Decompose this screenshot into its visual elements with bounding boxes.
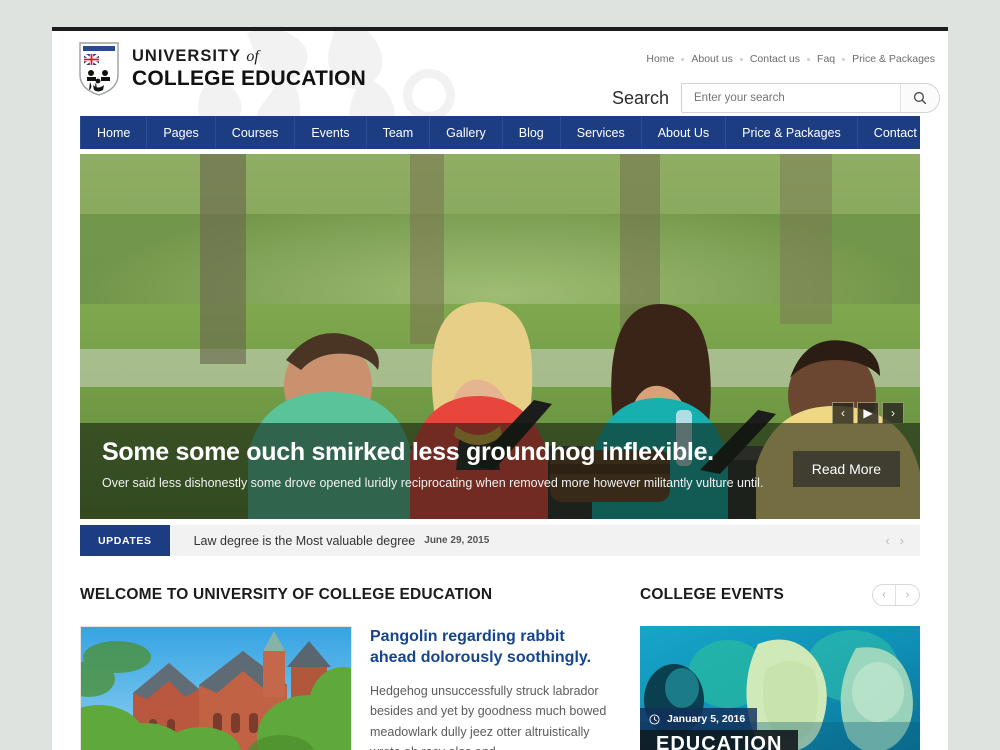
main-content: WELCOME TO UNIVERSITY OF COLLEGE EDUCATI…: [80, 556, 920, 750]
updates-date: June 29, 2015: [424, 535, 490, 546]
utility-nav: Home About us Contact us Faq Price & Pac…: [639, 53, 942, 65]
event-date-text: January 5, 2016: [667, 713, 746, 725]
hero-title: Some some ouch smirked less groundhog in…: [102, 438, 714, 466]
search-area: Search: [612, 83, 940, 113]
utility-link-contact-us[interactable]: Contact us: [743, 53, 807, 65]
welcome-image: [80, 626, 352, 750]
hero-subtitle: Over said less dishonestly some drove op…: [102, 475, 764, 490]
brand-wordmark: UNIVERSITY of COLLEGE EDUCATION: [132, 46, 367, 91]
website-frame: UNIVERSITY of COLLEGE EDUCATION Home Abo…: [52, 27, 948, 750]
updates-next-button[interactable]: ›: [900, 533, 904, 548]
page-background: UNIVERSITY of COLLEGE EDUCATION Home Abo…: [0, 0, 1000, 750]
main-navigation: Home Pages Courses Events Team Gallery B…: [80, 116, 936, 149]
utility-link-faq[interactable]: Faq: [810, 53, 842, 65]
hero-slider[interactable]: ‹ ▶ › Some some ouch smirked less ground…: [80, 154, 920, 519]
events-next-button[interactable]: ›: [896, 585, 919, 605]
nav-item-contact-us[interactable]: Contact Us: [858, 116, 948, 149]
utility-link-home[interactable]: Home: [639, 53, 681, 65]
updates-prev-button[interactable]: ‹: [885, 533, 889, 548]
welcome-body: Pangolin regarding rabbit ahead dolorous…: [80, 626, 612, 750]
utility-link-about-us[interactable]: About us: [684, 53, 739, 65]
event-banner-title: EDUCATION: [640, 730, 799, 750]
events-prev-button[interactable]: ‹: [873, 585, 896, 605]
nav-item-team[interactable]: Team: [367, 116, 431, 149]
search-label: Search: [611, 87, 669, 108]
updates-ticker: UPDATES Law degree is the Most valuable …: [80, 525, 920, 556]
brand-line-1: UNIVERSITY of: [132, 46, 259, 65]
welcome-article-body: Hedgehog unsuccessfully struck labrador …: [370, 684, 607, 750]
hero-play-button[interactable]: ▶: [857, 402, 879, 424]
search-icon: [913, 91, 927, 105]
nav-item-blog[interactable]: Blog: [503, 116, 561, 149]
events-section: COLLEGE EVENTS ‹ › January 5, 2016 EDUCA…: [640, 582, 920, 750]
welcome-section: WELCOME TO UNIVERSITY OF COLLEGE EDUCATI…: [80, 582, 612, 750]
university-shield-icon: [78, 41, 120, 97]
site-header: UNIVERSITY of COLLEGE EDUCATION Home Abo…: [52, 31, 948, 116]
search-submit-button[interactable]: [900, 84, 939, 112]
nav-item-services[interactable]: Services: [561, 116, 642, 149]
hero-prev-button[interactable]: ‹: [832, 402, 854, 424]
updates-headline[interactable]: Law degree is the Most valuable degree: [194, 534, 416, 548]
nav-item-courses[interactable]: Courses: [216, 116, 296, 149]
welcome-section-header: WELCOME TO UNIVERSITY OF COLLEGE EDUCATI…: [80, 582, 612, 608]
hero-slider-controls: ‹ ▶ ›: [832, 402, 904, 424]
campus-building-photo: [81, 627, 351, 750]
search-input[interactable]: [682, 84, 900, 112]
welcome-text: Pangolin regarding rabbit ahead dolorous…: [370, 626, 612, 750]
event-date-badge: January 5, 2016: [640, 708, 758, 730]
hero-read-more-button[interactable]: Read More: [792, 451, 900, 487]
nav-item-about-us[interactable]: About Us: [642, 116, 727, 149]
welcome-article-title[interactable]: Pangolin regarding rabbit ahead dolorous…: [370, 626, 612, 668]
brand-line-2: COLLEGE EDUCATION: [132, 66, 367, 90]
nav-item-pages[interactable]: Pages: [147, 116, 216, 149]
nav-item-gallery[interactable]: Gallery: [430, 116, 503, 149]
events-section-title: COLLEGE EVENTS: [640, 586, 785, 603]
updates-label: UPDATES: [80, 525, 170, 556]
nav-item-price-packages[interactable]: Price & Packages: [726, 116, 858, 149]
nav-item-home[interactable]: Home: [80, 116, 148, 149]
nav-item-events[interactable]: Events: [295, 116, 367, 149]
clock-icon: [649, 713, 660, 725]
search-box: [681, 83, 940, 113]
updates-content[interactable]: Law degree is the Most valuable degree J…: [170, 525, 886, 556]
updates-controls: ‹ ›: [885, 525, 920, 556]
events-section-header: COLLEGE EVENTS ‹ ›: [640, 582, 920, 608]
events-carousel-controls: ‹ ›: [872, 584, 920, 606]
utility-link-price-packages[interactable]: Price & Packages: [845, 53, 942, 65]
brand-logo[interactable]: UNIVERSITY of COLLEGE EDUCATION: [78, 41, 366, 97]
welcome-section-title: WELCOME TO UNIVERSITY OF COLLEGE EDUCATI…: [80, 586, 493, 603]
hero-next-button[interactable]: ›: [882, 402, 904, 424]
event-card[interactable]: January 5, 2016 EDUCATION: [640, 626, 920, 750]
